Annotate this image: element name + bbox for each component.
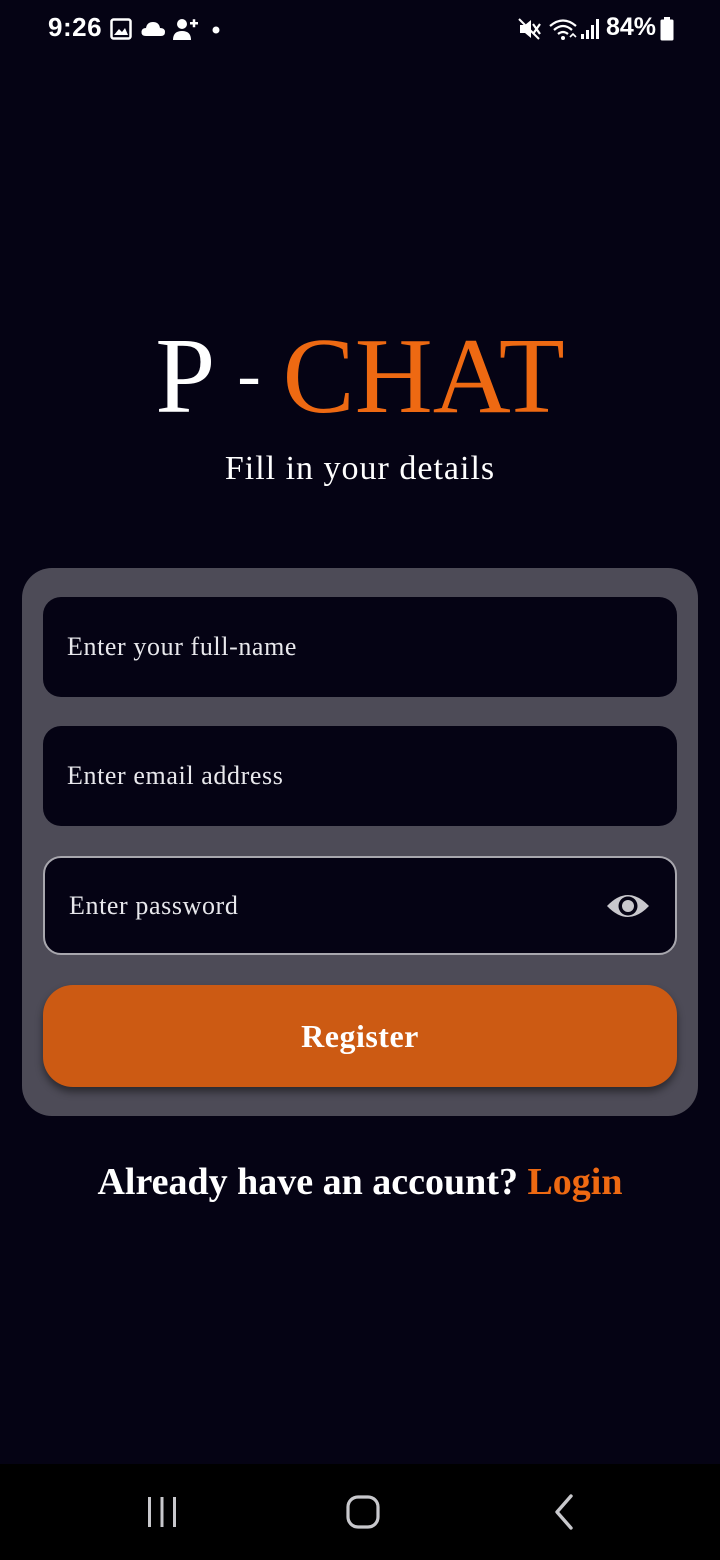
login-prompt: Already have an account? Login <box>0 1160 720 1204</box>
notification-dot-icon <box>212 26 220 34</box>
fullname-field[interactable] <box>43 597 677 697</box>
back-icon[interactable] <box>542 1490 586 1534</box>
navigation-bar <box>0 1464 720 1560</box>
app-logo-title: P - CHAT <box>0 316 720 437</box>
brand-dash: - <box>237 337 261 414</box>
brand-word-chat: CHAT <box>282 317 565 436</box>
fullname-input[interactable] <box>43 597 677 697</box>
wifi-icon <box>549 19 577 40</box>
registration-form: Register <box>22 568 698 1116</box>
recent-apps-icon[interactable] <box>140 1490 184 1534</box>
status-time: 9:26 <box>48 12 103 42</box>
brand-letter-p: P <box>155 317 216 436</box>
password-input[interactable] <box>45 858 675 953</box>
register-button[interactable]: Register <box>43 985 677 1087</box>
gallery-icon <box>110 18 132 40</box>
battery-icon <box>660 17 674 41</box>
status-bar: 9:26 84% <box>0 0 720 60</box>
cloud-icon <box>141 22 165 36</box>
page-subtitle: Fill in your details <box>224 450 496 487</box>
email-field[interactable] <box>43 726 677 826</box>
email-input[interactable] <box>43 726 677 826</box>
login-prompt-text: Already have an account? <box>97 1161 518 1203</box>
mute-icon <box>518 18 541 40</box>
home-icon[interactable] <box>341 1490 385 1534</box>
add-person-icon <box>173 19 198 40</box>
password-field[interactable] <box>43 856 677 955</box>
battery-percentage: 84% <box>606 13 657 41</box>
signal-icon <box>581 19 599 39</box>
eye-icon[interactable] <box>605 888 651 924</box>
login-link[interactable]: Login <box>527 1161 622 1203</box>
